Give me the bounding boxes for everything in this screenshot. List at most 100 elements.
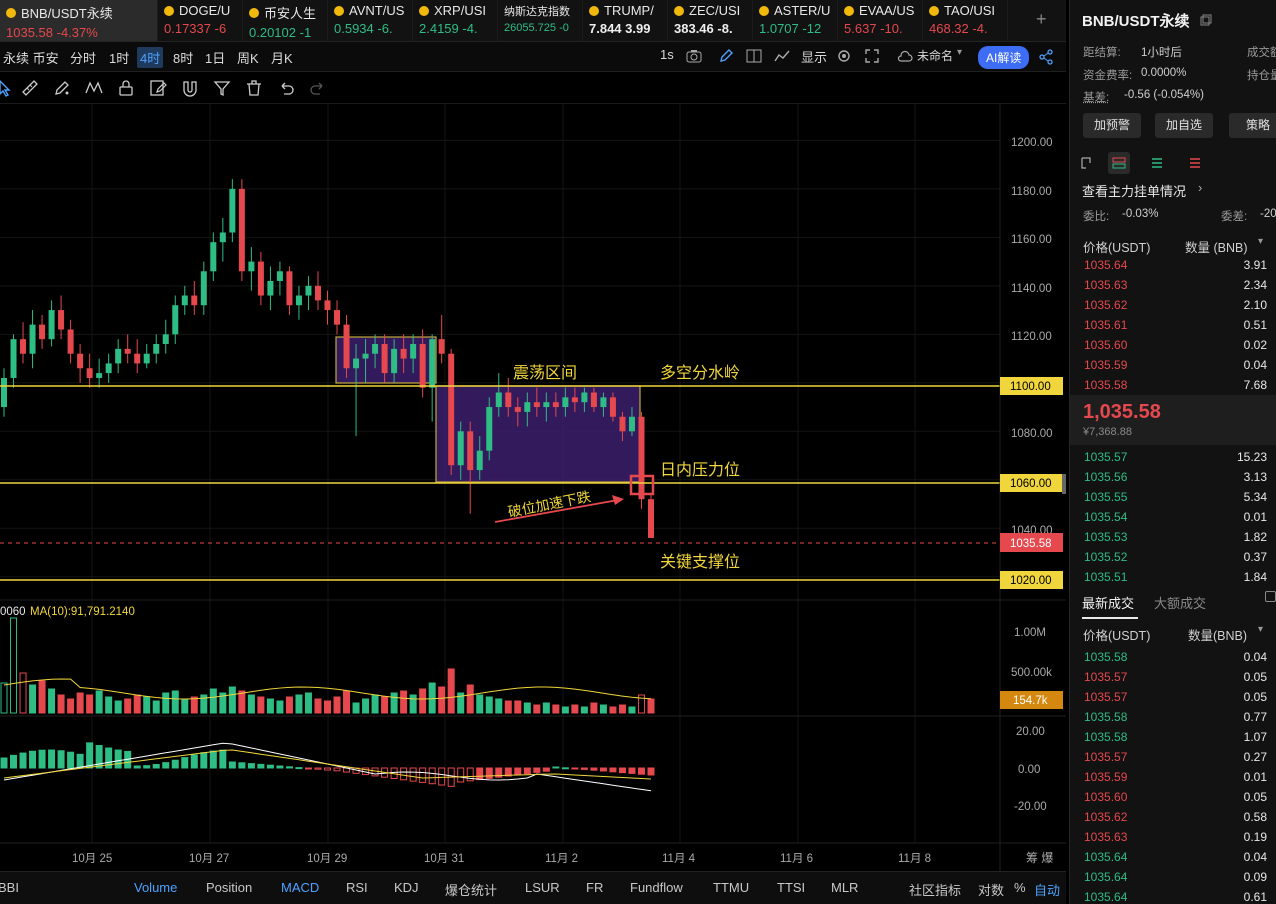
indicator-position[interactable]: Position xyxy=(206,880,252,895)
ask-row[interactable]: 1035.61 0.51 xyxy=(1070,315,1276,335)
trash-icon[interactable] xyxy=(244,78,264,98)
bid-row[interactable]: 1035.51 1.84 xyxy=(1070,567,1276,587)
pen-icon[interactable] xyxy=(718,48,734,64)
indicator-macd[interactable]: MACD xyxy=(281,880,319,895)
pattern-icon[interactable] xyxy=(84,78,104,98)
orderbook-asks-icon[interactable] xyxy=(1188,156,1202,170)
ticker-tab[interactable]: AVNT/US 0.5934 -6. xyxy=(328,0,413,41)
depth-link[interactable]: 查看主力挂单情况 xyxy=(1082,181,1186,200)
fullscreen-icon[interactable] xyxy=(864,48,880,64)
filter-icon[interactable] xyxy=(212,78,232,98)
chip-liquidation-toggle[interactable]: 筹 爆 xyxy=(1026,851,1053,865)
chevron-down-icon[interactable]: ▾ xyxy=(1258,624,1263,635)
interval-4h[interactable]: 4时 xyxy=(137,47,164,68)
chevron-down-icon[interactable]: ▾ xyxy=(1258,236,1263,247)
trade-qty-head[interactable]: 数量(BNB) xyxy=(1188,625,1247,644)
chevron-down-icon[interactable]: ▾ xyxy=(957,47,962,58)
copy-icon[interactable] xyxy=(1200,14,1212,26)
interval-week[interactable]: 周K xyxy=(234,47,262,68)
camera-icon[interactable] xyxy=(686,49,702,63)
interval-1d[interactable]: 1日 xyxy=(202,47,228,68)
orderbook-mode-icon[interactable] xyxy=(1080,156,1094,170)
trade-price: 1035.57 xyxy=(1084,750,1128,764)
indicator-fundflow[interactable]: Fundflow xyxy=(630,880,683,895)
diff-label: 委差: xyxy=(1221,211,1248,223)
ask-row[interactable]: 1035.58 7.68 xyxy=(1070,375,1276,395)
ticker-tab[interactable]: EVAA/US 5.637 -10. xyxy=(838,0,923,41)
add-tab-icon[interactable]: + xyxy=(1036,9,1047,30)
ask-row[interactable]: 1035.64 3.91 xyxy=(1070,255,1276,275)
ask-row[interactable]: 1035.60 0.02 xyxy=(1070,335,1276,355)
lock-icon[interactable] xyxy=(116,78,136,98)
interval-8h[interactable]: 8时 xyxy=(170,47,196,68)
interval-1h[interactable]: 1时 xyxy=(106,47,132,68)
ticker-tab[interactable]: ASTER/U 1.0707 -12 xyxy=(753,0,838,41)
bid-row[interactable]: 1035.53 1.82 xyxy=(1070,527,1276,547)
indicator-mlr[interactable]: MLR xyxy=(831,880,858,895)
add-alert-button[interactable]: 加预警 xyxy=(1083,113,1141,138)
share-icon[interactable] xyxy=(1038,49,1054,65)
indicator-chart-icon[interactable] xyxy=(774,49,790,63)
ticker-tab[interactable]: TAO/USI 468.32 -4. xyxy=(923,0,1008,41)
ticker-tab[interactable]: BNB/USDT永续 1035.58 -4.37% xyxy=(0,0,158,41)
edit-note-icon[interactable] xyxy=(148,78,168,98)
ticker-tab[interactable]: TRUMP/7.844 3.99 xyxy=(583,0,668,41)
bid-row[interactable]: 1035.52 0.37 xyxy=(1070,547,1276,567)
indicator-liquidation[interactable]: 爆仓统计 xyxy=(445,880,497,899)
ticker-tab[interactable]: DOGE/U 0.17337 -6 xyxy=(158,0,243,41)
ticker-tab[interactable]: XRP/USI 2.4159 -4. xyxy=(413,0,498,41)
indicator-rsi[interactable]: RSI xyxy=(346,880,368,895)
indicator-ttsi[interactable]: TTSI xyxy=(777,880,805,895)
brush-icon[interactable] xyxy=(52,78,72,98)
macd-bar xyxy=(400,767,408,781)
log-scale-toggle[interactable]: 对数 xyxy=(978,880,1004,899)
magnet-icon[interactable] xyxy=(180,78,200,98)
orderbook-bids-icon[interactable] xyxy=(1150,156,1164,170)
interval-fenshi[interactable]: 分时 xyxy=(67,47,99,68)
ob-qty-head[interactable]: 数量 (BNB) xyxy=(1185,237,1248,256)
ruler-icon[interactable] xyxy=(20,78,40,98)
ask-row[interactable]: 1035.62 2.10 xyxy=(1070,295,1276,315)
tab-latest-trades[interactable]: 最新成交 xyxy=(1082,593,1134,612)
one-second-button[interactable]: 1s xyxy=(660,47,674,62)
auto-scale-toggle[interactable]: 自动 xyxy=(1034,880,1060,899)
interval-month[interactable]: 月K xyxy=(268,47,296,68)
indicator-bbi[interactable]: BBI xyxy=(0,880,19,895)
cloud-icon[interactable] xyxy=(897,49,913,63)
ticker-price: 0.20102 xyxy=(249,25,296,40)
ticker-tab[interactable]: 币安人生 0.20102 -1 xyxy=(243,0,328,41)
grid-layout-icon[interactable] xyxy=(746,49,762,63)
bid-row[interactable]: 1035.56 3.13 xyxy=(1070,467,1276,487)
volume-bar xyxy=(285,696,293,714)
redo-icon[interactable] xyxy=(308,78,328,98)
cursor-icon[interactable] xyxy=(0,78,14,98)
layout-name[interactable]: 未命名 xyxy=(917,47,953,64)
indicator-kdj[interactable]: KDJ xyxy=(394,880,419,895)
indicator-ttmu[interactable]: TTMU xyxy=(713,880,749,895)
indicator-lsur[interactable]: LSUR xyxy=(525,880,560,895)
bid-row[interactable]: 1035.55 5.34 xyxy=(1070,487,1276,507)
undo-icon[interactable] xyxy=(276,78,296,98)
indicator-fr[interactable]: FR xyxy=(586,880,603,895)
ticker-tab[interactable]: ZEC/USI 383.46 -8. xyxy=(668,0,753,41)
kline-chart[interactable]: 震荡区间 多空分水岭 日内压力位 关键支撑位 破位加速下跌 1200.00 11… xyxy=(0,104,1066,871)
indicator-volume[interactable]: Volume xyxy=(134,880,177,895)
axis-drag-handle[interactable] xyxy=(1062,474,1066,494)
ai-analysis-button[interactable]: AI解读 xyxy=(978,46,1030,69)
display-button[interactable]: 显示 xyxy=(801,47,827,66)
chevron-right-icon[interactable]: › xyxy=(1198,180,1202,195)
percent-scale-toggle[interactable]: % xyxy=(1014,880,1026,895)
bid-row[interactable]: 1035.57 15.23 xyxy=(1070,447,1276,467)
strategy-button[interactable]: 策略 xyxy=(1229,113,1276,138)
drawing-toolbar xyxy=(0,72,1066,104)
ask-row[interactable]: 1035.63 2.34 xyxy=(1070,275,1276,295)
gear-icon[interactable] xyxy=(836,48,852,64)
add-watchlist-button[interactable]: 加自选 xyxy=(1155,113,1213,138)
community-indicators[interactable]: 社区指标 xyxy=(909,880,961,899)
ask-row[interactable]: 1035.59 0.04 xyxy=(1070,355,1276,375)
big-trades-checkbox[interactable] xyxy=(1265,591,1276,602)
macd-bar xyxy=(571,767,579,770)
ticker-tab[interactable]: 纳斯达克指数 26055.725 -0 xyxy=(498,0,583,41)
tab-big-trades[interactable]: 大额成交 xyxy=(1154,593,1206,612)
bid-row[interactable]: 1035.54 0.01 xyxy=(1070,507,1276,527)
